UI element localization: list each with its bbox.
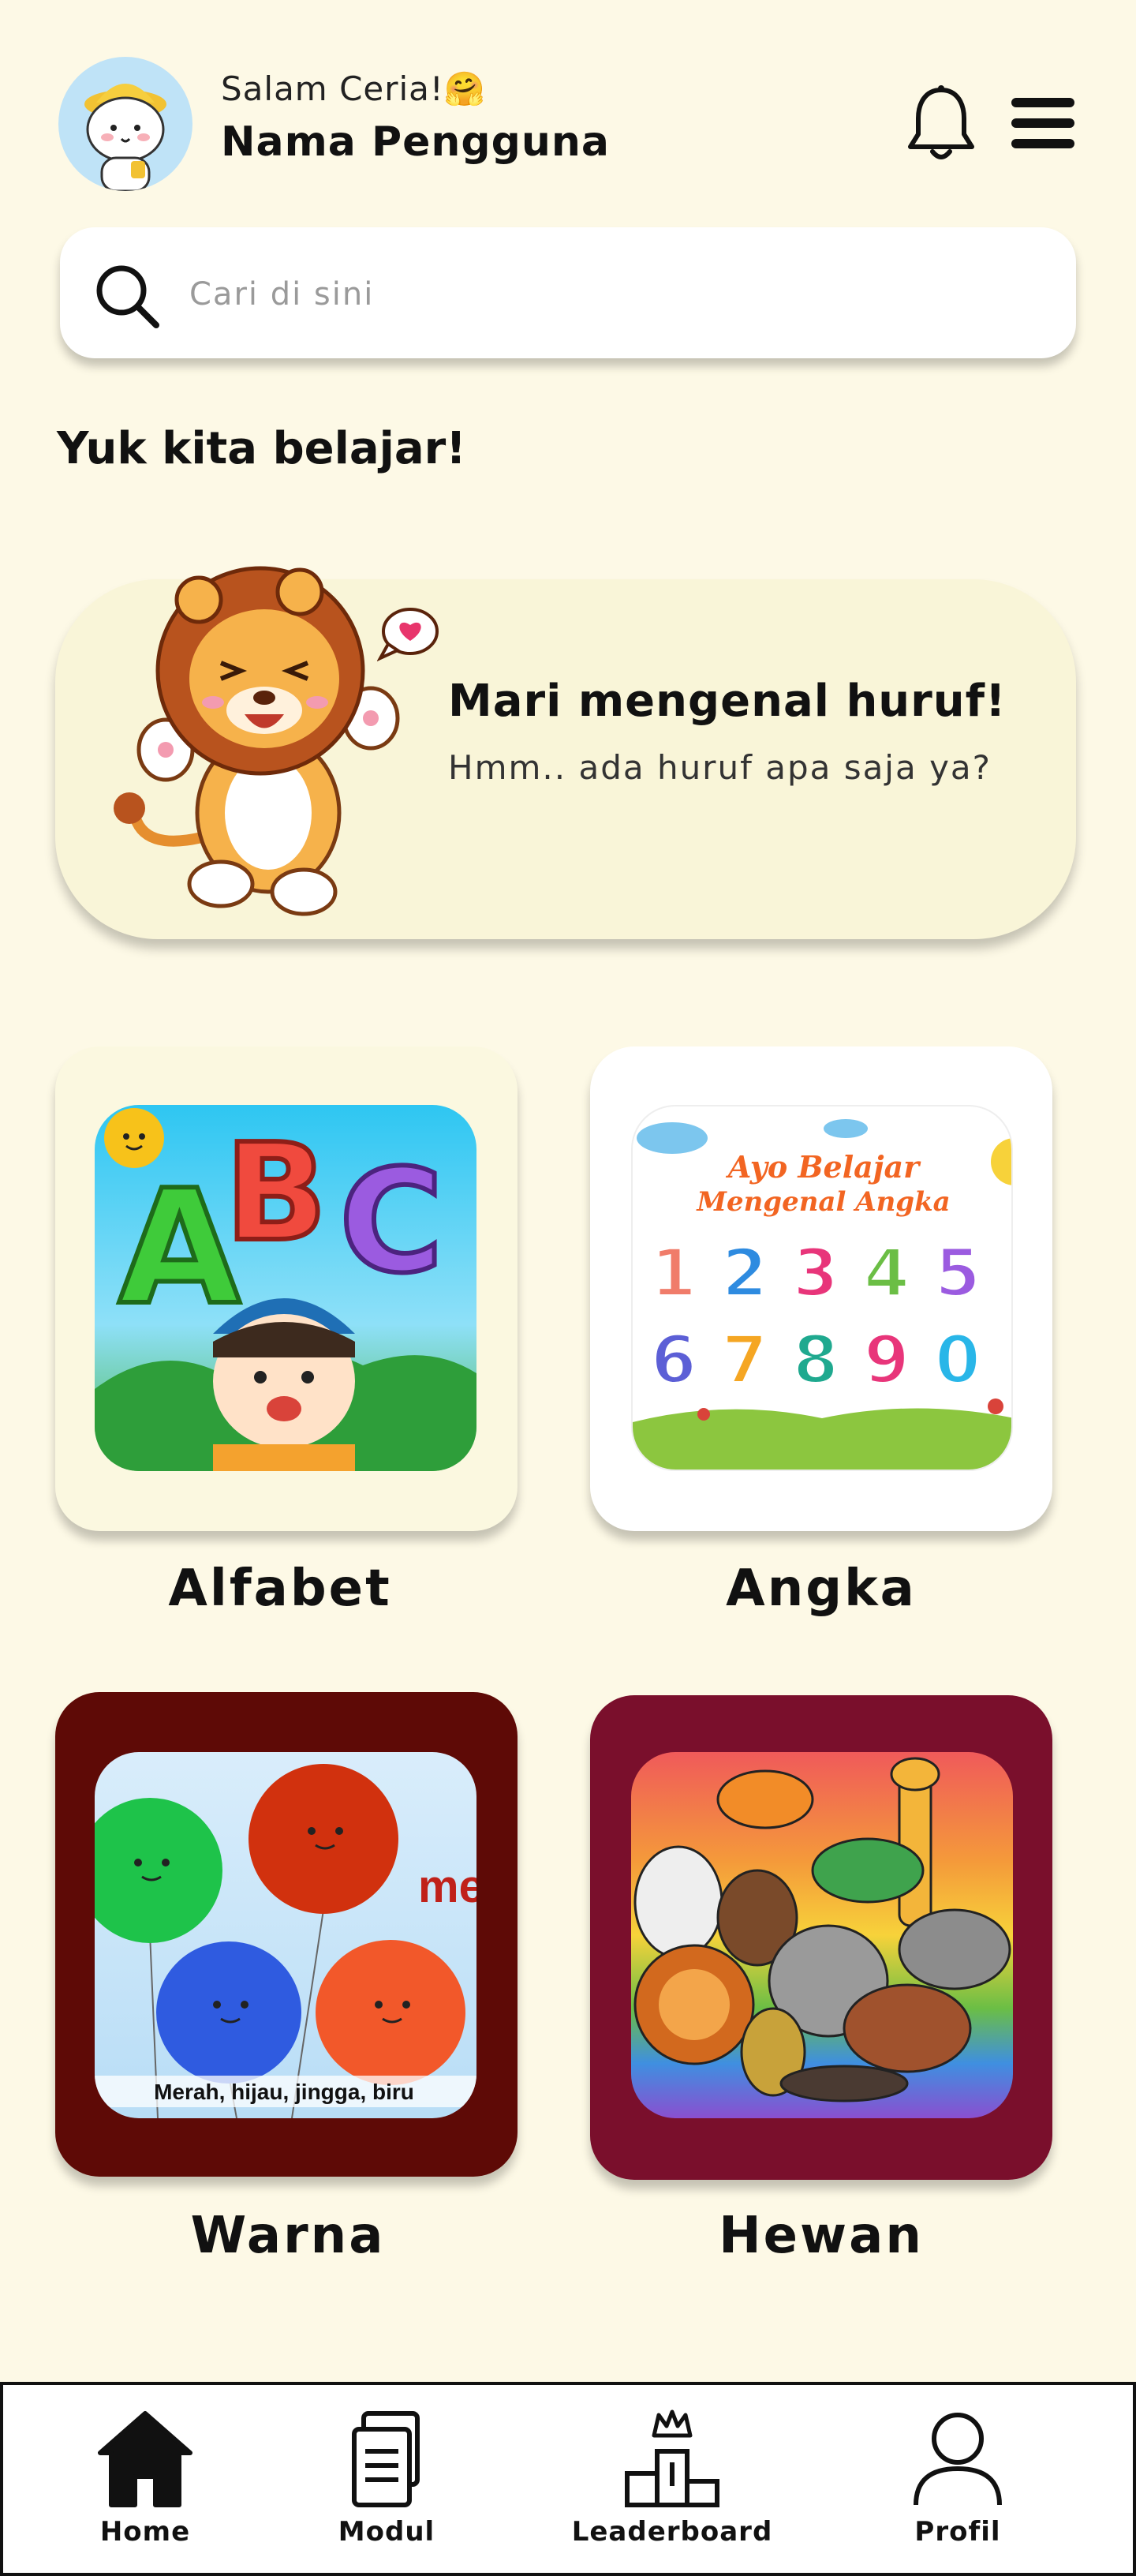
hamburger-menu-icon[interactable]: [1008, 95, 1078, 152]
section-title: Yuk kita belajar!: [57, 423, 466, 474]
home-icon: [98, 2411, 192, 2507]
angka-illustration: Ayo Belajar Mengenal Angka 1 2 3 4 5 6 7…: [631, 1105, 1013, 1471]
search-icon[interactable]: [93, 262, 161, 330]
digit-8: 8: [793, 1321, 839, 1398]
notification-bell-icon[interactable]: [907, 84, 975, 163]
nav-label-modul: Modul: [338, 2516, 435, 2548]
module-label-hewan: Hewan: [719, 2207, 924, 2265]
nav-item-home[interactable]: Home: [35, 2407, 256, 2565]
heart-speech-bubble-icon: [377, 608, 439, 661]
digit-0: 0: [935, 1321, 981, 1398]
warna-side-text: me: [418, 1861, 476, 1912]
module-label-warna: Warna: [190, 2207, 386, 2265]
module-label-angka: Angka: [726, 1559, 917, 1618]
digit-6: 6: [651, 1321, 697, 1398]
digit-4: 4: [864, 1234, 910, 1312]
warna-illustration: me Merah, hijau, jingga, biru: [95, 1752, 476, 2118]
digit-5: 5: [935, 1234, 981, 1312]
promo-subtitle: Hmm.. ada huruf apa saja ya?: [448, 748, 992, 787]
angka-banner-line2: Mengenal Angka: [696, 1186, 950, 1218]
nav-item-leaderboard[interactable]: Leaderboard: [562, 2407, 783, 2565]
search-input[interactable]: [189, 260, 1041, 328]
hewan-illustration: [631, 1752, 1013, 2118]
leaderboard-icon: [625, 2409, 719, 2507]
nav-item-modul[interactable]: Modul: [276, 2407, 497, 2565]
alfabet-illustration: A B C: [95, 1105, 476, 1471]
nav-item-profil[interactable]: Profil: [847, 2407, 1068, 2565]
nav-label-profil: Profil: [914, 2516, 1001, 2548]
nav-label-home: Home: [99, 2516, 191, 2548]
digit-2: 2: [722, 1234, 768, 1312]
username-text: Nama Pengguna: [221, 118, 610, 166]
svg-text:C: C: [339, 1140, 443, 1305]
angka-banner-line1: Ayo Belajar: [726, 1149, 921, 1185]
avatar[interactable]: [58, 57, 192, 191]
greeting-text: Salam Ceria!🤗: [221, 69, 487, 108]
promo-title: Mari mengenal huruf!: [448, 676, 1007, 727]
avatar-character-icon: [84, 84, 166, 191]
svg-text:A: A: [118, 1156, 241, 1340]
profile-icon: [914, 2413, 1002, 2506]
svg-text:B: B: [225, 1115, 327, 1271]
digit-9: 9: [864, 1321, 910, 1398]
module-label-alfabet: Alfabet: [168, 1559, 392, 1618]
digit-1: 1: [651, 1234, 697, 1312]
warna-caption: Merah, hijau, jingga, biru: [154, 2080, 414, 2104]
nav-label-leaderboard: Leaderboard: [571, 2516, 773, 2548]
digit-3: 3: [793, 1234, 839, 1312]
digit-7: 7: [722, 1321, 768, 1398]
module-icon: [352, 2411, 420, 2507]
